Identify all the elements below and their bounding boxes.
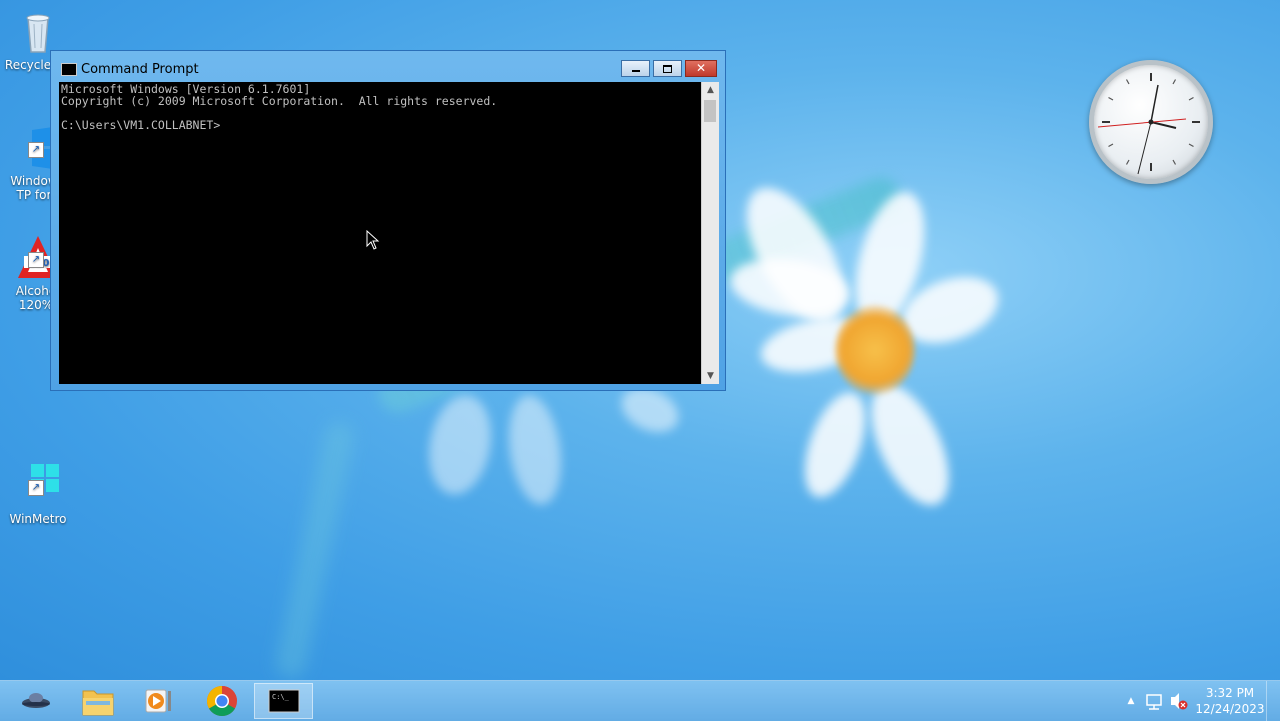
taskbar: C:\_ ▲ 3:32 PM 12/24/2023 [0, 680, 1280, 721]
tray-show-hidden-icons[interactable]: ▲ [1124, 681, 1138, 721]
cmd-icon: C:\_ [268, 689, 300, 713]
taskbar-app-explorer[interactable] [70, 683, 126, 719]
clock-gadget[interactable] [1089, 60, 1213, 184]
scroll-up-icon[interactable]: ▲ [702, 82, 719, 98]
cmd-icon [61, 63, 77, 76]
network-icon [1146, 694, 1162, 710]
tray-volume[interactable] [1168, 681, 1190, 721]
wallpaper-stem [273, 419, 357, 680]
volume-muted-icon [1171, 693, 1188, 710]
maximize-icon [663, 65, 672, 73]
chevron-up-icon: ▲ [1127, 696, 1135, 706]
windows-logo-icon: ↗ [14, 462, 62, 510]
media-player-icon [145, 689, 171, 713]
console-text: Microsoft Windows [Version 6.1.7601] Cop… [61, 82, 498, 132]
recycle-bin-icon [14, 8, 62, 56]
scrollbar-thumb[interactable] [704, 100, 716, 122]
desktop-icon-winmetro[interactable]: ↗ WinMetro [0, 462, 76, 526]
taskbar-app-media-player[interactable] [130, 683, 186, 719]
show-desktop-button[interactable] [1266, 681, 1280, 721]
taskbar-app-chrome[interactable] [194, 683, 250, 719]
mouse-cursor-icon [366, 229, 380, 254]
window-titlebar[interactable]: Command Prompt ✕ [51, 51, 725, 82]
tray-network[interactable] [1144, 681, 1164, 721]
clock-time: 3:32 PM [1205, 686, 1255, 700]
taskbar-app-ufo[interactable] [8, 683, 64, 719]
clock-date: 12/24/2023 [1195, 702, 1265, 716]
desktop-icon-label: WinMetro [9, 512, 67, 526]
scroll-down-icon[interactable]: ▼ [702, 368, 719, 384]
svg-text:C:\_: C:\_ [272, 693, 290, 701]
taskbar-clock[interactable]: 3:32 PM 12/24/2023 [1195, 685, 1265, 717]
command-prompt-window[interactable]: Command Prompt ✕ Microsoft Windows [Vers… [50, 50, 726, 391]
folder-icon [82, 690, 114, 716]
minimize-icon [632, 70, 640, 72]
maximize-button[interactable] [653, 60, 682, 77]
window-title: Command Prompt [81, 62, 199, 77]
minimize-button[interactable] [621, 60, 650, 77]
close-icon: ✕ [695, 61, 707, 75]
close-button[interactable]: ✕ [685, 60, 717, 77]
taskbar-app-command-prompt[interactable]: C:\_ [254, 683, 313, 719]
chrome-icon [206, 686, 237, 717]
ufo-icon [22, 693, 50, 708]
console-output[interactable]: Microsoft Windows [Version 6.1.7601] Cop… [59, 82, 701, 384]
clock-face-icon [1097, 73, 1200, 175]
vertical-scrollbar[interactable]: ▲ ▼ [701, 82, 719, 384]
